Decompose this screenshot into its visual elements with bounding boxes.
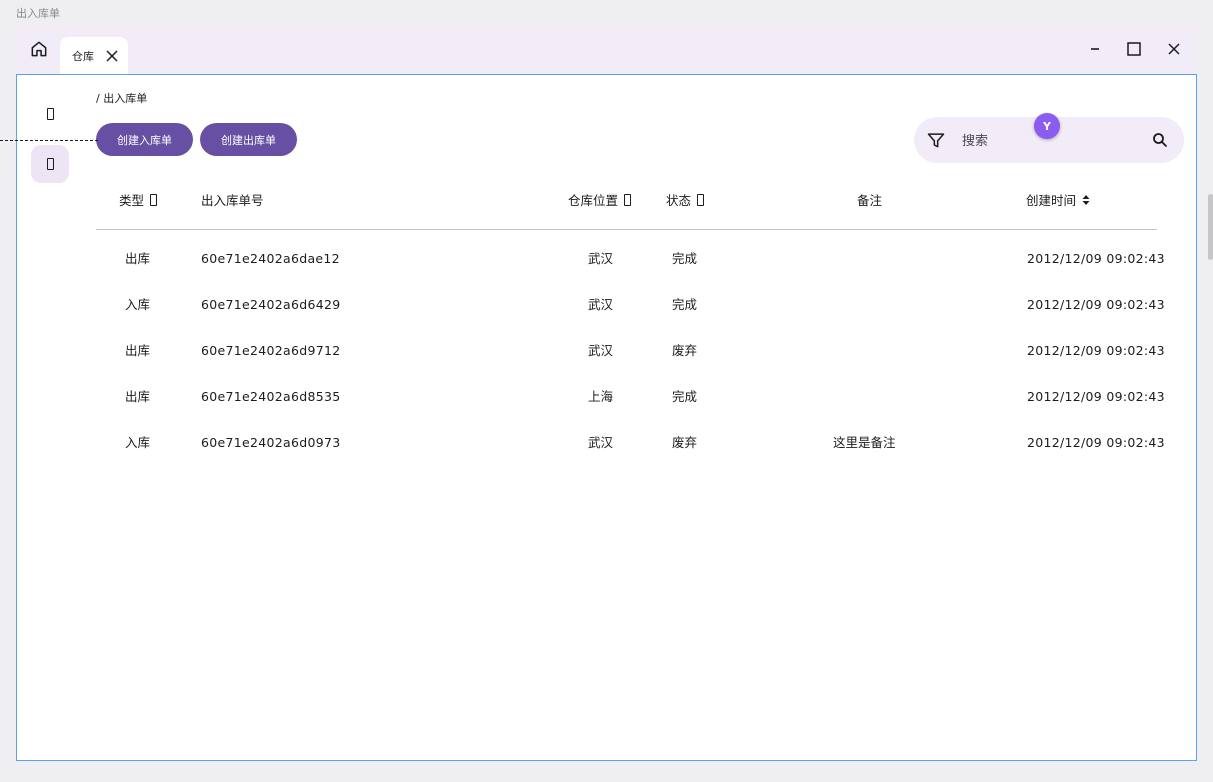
column-header-note: 备注 — [857, 190, 882, 209]
column-header-label: 创建时间 — [1026, 193, 1077, 208]
home-icon — [31, 41, 47, 57]
nav-rail-item-2[interactable] — [31, 145, 69, 183]
cell-type: 出库 — [125, 343, 151, 358]
column-header-id: 出入库单号 — [201, 190, 264, 209]
cell-status: 完成 — [672, 389, 698, 404]
sort-icon — [1082, 194, 1090, 205]
column-header-label: 出入库单号 — [201, 193, 264, 208]
minimize-button[interactable] — [1085, 39, 1105, 59]
cell-id: 60e71e2402a6dae12 — [201, 251, 340, 266]
cell-created: 2012/12/09 09:02:43 — [1027, 435, 1165, 450]
main-content: / 出入库单 创建入库单 创建出库单 Y 类型 出入库单号 仓库位置 状态 备注… — [16, 74, 1197, 761]
create-inbound-button[interactable]: 创建入库单 — [96, 123, 193, 156]
home-button[interactable] — [28, 38, 50, 60]
column-header-label: 类型 — [119, 193, 145, 208]
placeholder-glyph-icon — [46, 158, 54, 170]
search-button[interactable] — [1150, 130, 1170, 150]
close-icon — [106, 50, 118, 62]
cell-status: 废弃 — [672, 343, 698, 358]
filter-icon — [927, 133, 945, 148]
placeholder-glyph-icon — [46, 108, 54, 120]
drag-guide-line — [0, 140, 98, 141]
column-header-status[interactable]: 状态 — [666, 190, 705, 209]
cell-note: 这里是备注 — [833, 435, 896, 450]
table-row[interactable]: 入库 60e71e2402a6d6429 武汉 完成 2012/12/09 09… — [17, 282, 1196, 328]
maximize-icon — [1127, 42, 1141, 56]
placeholder-glyph-icon — [624, 193, 632, 206]
column-header-label: 仓库位置 — [568, 193, 619, 208]
cell-id: 60e71e2402a6d8535 — [201, 389, 341, 404]
search-icon — [1153, 133, 1168, 148]
placeholder-glyph-icon — [697, 193, 705, 206]
cell-status: 废弃 — [672, 435, 698, 450]
table-row[interactable]: 入库 60e71e2402a6d0973 武汉 废弃 这里是备注 2012/12… — [17, 420, 1196, 466]
cell-type: 出库 — [125, 251, 151, 266]
cell-created: 2012/12/09 09:02:43 — [1027, 343, 1165, 358]
column-header-location[interactable]: 仓库位置 — [568, 190, 632, 209]
tab-bar: 仓库 — [16, 25, 1197, 74]
cell-status: 完成 — [672, 297, 698, 312]
column-header-created[interactable]: 创建时间 — [1026, 190, 1091, 209]
cell-type: 入库 — [125, 297, 151, 312]
cell-id: 60e71e2402a6d9712 — [201, 343, 341, 358]
tab-label: 仓库 — [72, 50, 94, 63]
close-window-button[interactable] — [1164, 39, 1184, 59]
cell-created: 2012/12/09 09:02:43 — [1027, 297, 1165, 312]
cell-id: 60e71e2402a6d6429 — [201, 297, 341, 312]
breadcrumb: / 出入库单 — [96, 92, 148, 105]
close-icon — [1168, 43, 1180, 55]
window-title: 出入库单 — [16, 7, 60, 20]
filter-button[interactable] — [926, 130, 946, 150]
cell-type: 入库 — [125, 435, 151, 450]
table-row[interactable]: 出库 60e71e2402a6d8535 上海 完成 2012/12/09 09… — [17, 374, 1196, 420]
cell-location: 武汉 — [588, 343, 614, 358]
create-outbound-button[interactable]: 创建出库单 — [200, 123, 297, 156]
table-row[interactable]: 出库 60e71e2402a6dae12 武汉 完成 2012/12/09 09… — [17, 236, 1196, 282]
maximize-button[interactable] — [1124, 39, 1144, 59]
column-header-label: 状态 — [666, 193, 692, 208]
column-header-label: 备注 — [857, 193, 883, 208]
table-row[interactable]: 出库 60e71e2402a6d9712 武汉 废弃 2012/12/09 09… — [17, 328, 1196, 374]
cell-created: 2012/12/09 09:02:43 — [1027, 389, 1165, 404]
nav-rail-item-1[interactable] — [31, 95, 69, 133]
cell-id: 60e71e2402a6d0973 — [201, 435, 341, 450]
minimize-icon — [1091, 48, 1099, 50]
cell-type: 出库 — [125, 389, 151, 404]
column-header-type[interactable]: 类型 — [119, 190, 158, 209]
cell-status: 完成 — [672, 251, 698, 266]
table-header-divider — [96, 229, 1157, 230]
placeholder-glyph-icon — [150, 193, 158, 206]
cell-created: 2012/12/09 09:02:43 — [1027, 251, 1165, 266]
cell-location: 武汉 — [588, 297, 614, 312]
tab-warehouse[interactable]: 仓库 — [60, 37, 128, 74]
cell-location: 武汉 — [588, 251, 614, 266]
avatar[interactable]: Y — [1034, 113, 1060, 139]
tab-close-button[interactable] — [104, 48, 120, 64]
cell-location: 上海 — [588, 389, 614, 404]
cell-location: 武汉 — [588, 435, 614, 450]
scrollbar-thumb[interactable] — [1208, 194, 1213, 260]
